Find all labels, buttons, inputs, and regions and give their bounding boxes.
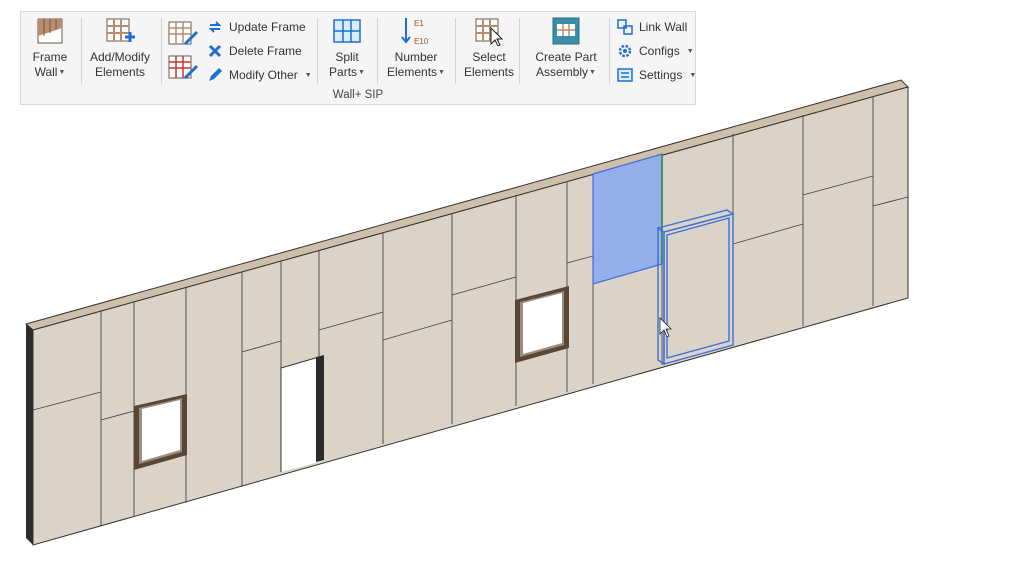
split-parts-button[interactable]: Split Parts▼ — [323, 16, 371, 80]
modify-frame-large-icon[interactable] — [167, 54, 199, 82]
frame-wall-button[interactable]: Frame Wall▼ — [27, 16, 73, 80]
create-part-assembly-button[interactable]: Create Part Assembly▼ — [527, 16, 605, 80]
number-elements-button[interactable]: E1 E10 Number Elements▼ — [385, 16, 447, 80]
link-icon — [617, 19, 633, 35]
modify-other-button[interactable]: Modify Other ▼ — [207, 65, 312, 85]
frame-wall-icon — [35, 16, 65, 46]
pencil-icon — [207, 67, 223, 83]
add-modify-elements-button[interactable]: Add/Modify Elements — [85, 16, 155, 80]
select-elements-button[interactable]: Select Elements — [461, 16, 517, 80]
door-opening — [281, 357, 319, 472]
update-frame-large-icon[interactable] — [167, 20, 199, 48]
refresh-icon — [207, 19, 223, 35]
part-assembly-icon — [551, 16, 581, 46]
close-icon — [207, 43, 223, 59]
gear-icon — [617, 43, 633, 59]
ribbon-group-label: Wall+ SIP — [332, 89, 384, 101]
wall-end-face — [26, 324, 33, 545]
link-wall-button[interactable]: Link Wall — [617, 17, 687, 37]
select-elements-icon — [474, 16, 504, 46]
configs-button[interactable]: Configs ▼ — [617, 41, 694, 61]
number-elements-icon: E1 E10 — [398, 16, 434, 46]
delete-frame-button[interactable]: Delete Frame — [207, 41, 302, 61]
settings-button[interactable]: Settings ▼ — [617, 65, 696, 85]
update-frame-button[interactable]: Update Frame — [207, 17, 306, 37]
settings-panel-icon — [617, 67, 633, 83]
ribbon-panel: Frame Wall▼ Add/Modify Elements Update F… — [20, 11, 696, 105]
door-jamb — [316, 355, 324, 462]
wall-face[interactable] — [32, 86, 909, 546]
split-parts-icon — [332, 16, 362, 46]
selected-panel[interactable] — [592, 153, 663, 285]
add-modify-elements-icon — [105, 16, 135, 46]
